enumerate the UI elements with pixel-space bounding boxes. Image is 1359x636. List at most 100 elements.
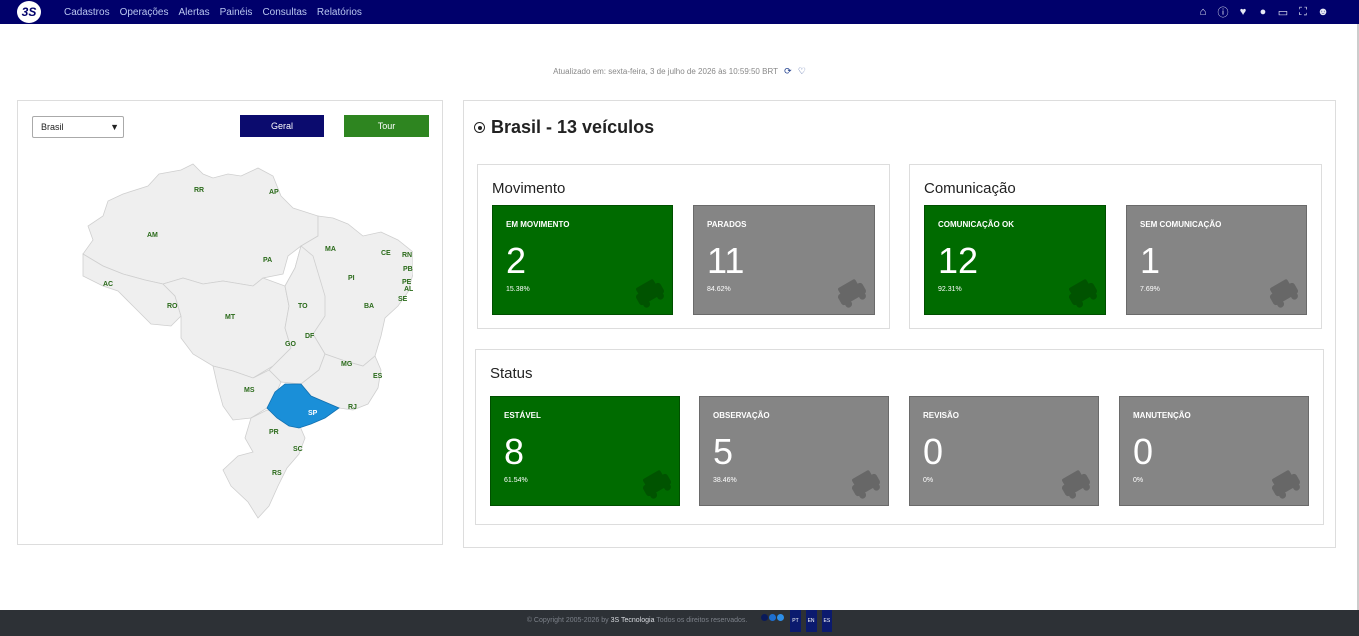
map-panel: Brasil ▼ Geral Tour RR AP AM MA CE RN PA… (17, 100, 443, 545)
menu-alertas[interactable]: Alertas (179, 7, 210, 18)
card-percent: 92.31% (938, 286, 962, 293)
comunicacao-title: Comunicação (924, 180, 1016, 197)
movimento-title: Movimento (492, 180, 566, 197)
car-icon (1269, 279, 1299, 308)
nav-icons: ⌂ ⓘ ♥ ● ▭ ⛶ ☻ (1197, 0, 1329, 24)
card-percent: 0% (923, 477, 934, 484)
target-icon (474, 122, 485, 133)
brazil-map: RR AP AM MA CE RN PA PB PE PI AL SE AC R… (82, 163, 413, 519)
theme-dot-light[interactable] (777, 614, 785, 622)
car-icon (837, 279, 867, 308)
user-icon[interactable]: ☻ (1317, 6, 1329, 18)
card-label: ESTÁVEL (504, 411, 541, 420)
card-percent: 38.46% (713, 477, 737, 484)
car-icon (1061, 470, 1091, 499)
state-label-ro: RO (167, 303, 178, 310)
card-observacao[interactable]: OBSERVAÇÃO 5 38.46% (699, 396, 889, 506)
menu-consultas[interactable]: Consultas (262, 7, 306, 18)
theme-dot-blue[interactable] (769, 614, 777, 622)
updated-timestamp: Atualizado em: sexta-feira, 3 de julho d… (553, 67, 778, 76)
car-icon (642, 470, 672, 499)
state-label-al: AL (404, 286, 413, 293)
state-shape-mt[interactable] (162, 277, 292, 379)
card-value: 1 (1140, 240, 1161, 281)
top-navbar: 3S Cadastros Operações Alertas Painéis C… (0, 0, 1359, 24)
state-label-pe: PE (402, 279, 412, 286)
lang-en[interactable]: EN (805, 610, 817, 632)
refresh-icon[interactable]: ⟳ (784, 66, 792, 76)
state-label-ce: CE (381, 250, 391, 257)
theme-dot-dark[interactable] (761, 614, 769, 622)
logo[interactable]: 3S (17, 1, 41, 23)
state-label-rn: RN (402, 252, 412, 259)
card-label: REVISÃO (923, 411, 960, 420)
tour-button[interactable]: Tour (344, 115, 429, 137)
menu-operacoes[interactable]: Operações (120, 7, 169, 18)
menu-paineis[interactable]: Painéis (220, 7, 253, 18)
card-percent: 7.69% (1140, 286, 1160, 293)
state-shape-north[interactable] (82, 163, 319, 287)
main-menu: Cadastros Operações Alertas Painéis Cons… (64, 0, 362, 24)
lang-pt[interactable]: PT (790, 610, 801, 632)
home-icon[interactable]: ⌂ (1197, 6, 1209, 18)
menu-relatorios[interactable]: Relatórios (317, 7, 362, 18)
info-icon[interactable]: ⓘ (1217, 4, 1229, 20)
state-label-es: ES (373, 373, 383, 380)
state-label-se: SE (398, 296, 408, 303)
card-sem-comunicacao[interactable]: SEM COMUNICAÇÃO 1 7.69% (1126, 205, 1307, 315)
card-value: 0 (923, 431, 944, 472)
heart-icon[interactable]: ♥ (1237, 6, 1249, 18)
lang-es[interactable]: ES (821, 610, 833, 632)
status-group: Status ESTÁVEL 8 61.54% OBSERVAÇÃO 5 38.… (475, 349, 1324, 525)
copyright-suffix: Todos os direitos reservados. (656, 617, 748, 624)
card-label: COMUNICAÇÃO OK (938, 220, 1014, 229)
car-icon (851, 470, 881, 499)
card-label: OBSERVAÇÃO (713, 411, 770, 420)
card-percent: 84.62% (707, 286, 731, 293)
region-select[interactable]: Brasil ▼ (32, 116, 124, 138)
chat-icon[interactable]: ● (1257, 6, 1269, 18)
card-value: 0 (1133, 431, 1154, 472)
geral-button[interactable]: Geral (240, 115, 324, 137)
card-manutencao[interactable]: MANUTENÇÃO 0 0% (1119, 396, 1309, 506)
favorite-heart-icon[interactable]: ♡ (798, 66, 806, 76)
card-label: SEM COMUNICAÇÃO (1140, 220, 1222, 229)
card-estavel[interactable]: ESTÁVEL 8 61.54% (490, 396, 680, 506)
card-parados[interactable]: PARADOS 11 84.62% (693, 205, 875, 315)
state-label-mg: MG (341, 361, 353, 368)
card-percent: 61.54% (504, 477, 528, 484)
state-label-sp: SP (308, 410, 318, 417)
laptop-icon[interactable]: ▭ (1277, 6, 1289, 19)
state-label-rr: RR (194, 187, 204, 194)
comunicacao-group: Comunicação COMUNICAÇÃO OK 12 92.31% SEM… (909, 164, 1322, 329)
dashboard-panel: Brasil - 13 veículos Movimento EM MOVIME… (463, 100, 1336, 548)
menu-cadastros[interactable]: Cadastros (64, 7, 110, 18)
state-label-ac: AC (103, 281, 113, 288)
card-value: 8 (504, 431, 525, 472)
movimento-group: Movimento EM MOVIMENTO 2 15.38% PARADOS … (477, 164, 890, 329)
footer-text: © Copyright 2005-2026 by 3S Tecnologia T… (0, 610, 1359, 632)
state-label-go: GO (285, 341, 296, 348)
state-label-rj: RJ (348, 404, 357, 411)
state-label-ms: MS (244, 387, 255, 394)
card-comunicacao-ok[interactable]: COMUNICAÇÃO OK 12 92.31% (924, 205, 1106, 315)
state-label-pb: PB (403, 266, 413, 273)
state-label-ba: BA (364, 303, 374, 310)
state-label-to: TO (298, 303, 308, 310)
company-link[interactable]: 3S Tecnologia (611, 617, 655, 624)
card-em-movimento[interactable]: EM MOVIMENTO 2 15.38% (492, 205, 673, 315)
card-label: PARADOS (707, 220, 747, 229)
card-revisao[interactable]: REVISÃO 0 0% (909, 396, 1099, 506)
fullscreen-icon[interactable]: ⛶ (1297, 6, 1309, 19)
state-label-rs: RS (272, 470, 282, 477)
state-label-am: AM (147, 232, 158, 239)
region-select-value: Brasil (41, 122, 64, 132)
car-icon (1068, 279, 1098, 308)
state-label-pr: PR (269, 429, 279, 436)
card-percent: 15.38% (506, 286, 530, 293)
state-label-sc: SC (293, 446, 303, 453)
state-label-df: DF (305, 333, 315, 340)
state-label-ma: MA (325, 246, 336, 253)
car-icon (635, 279, 665, 308)
theme-dots (761, 610, 785, 630)
